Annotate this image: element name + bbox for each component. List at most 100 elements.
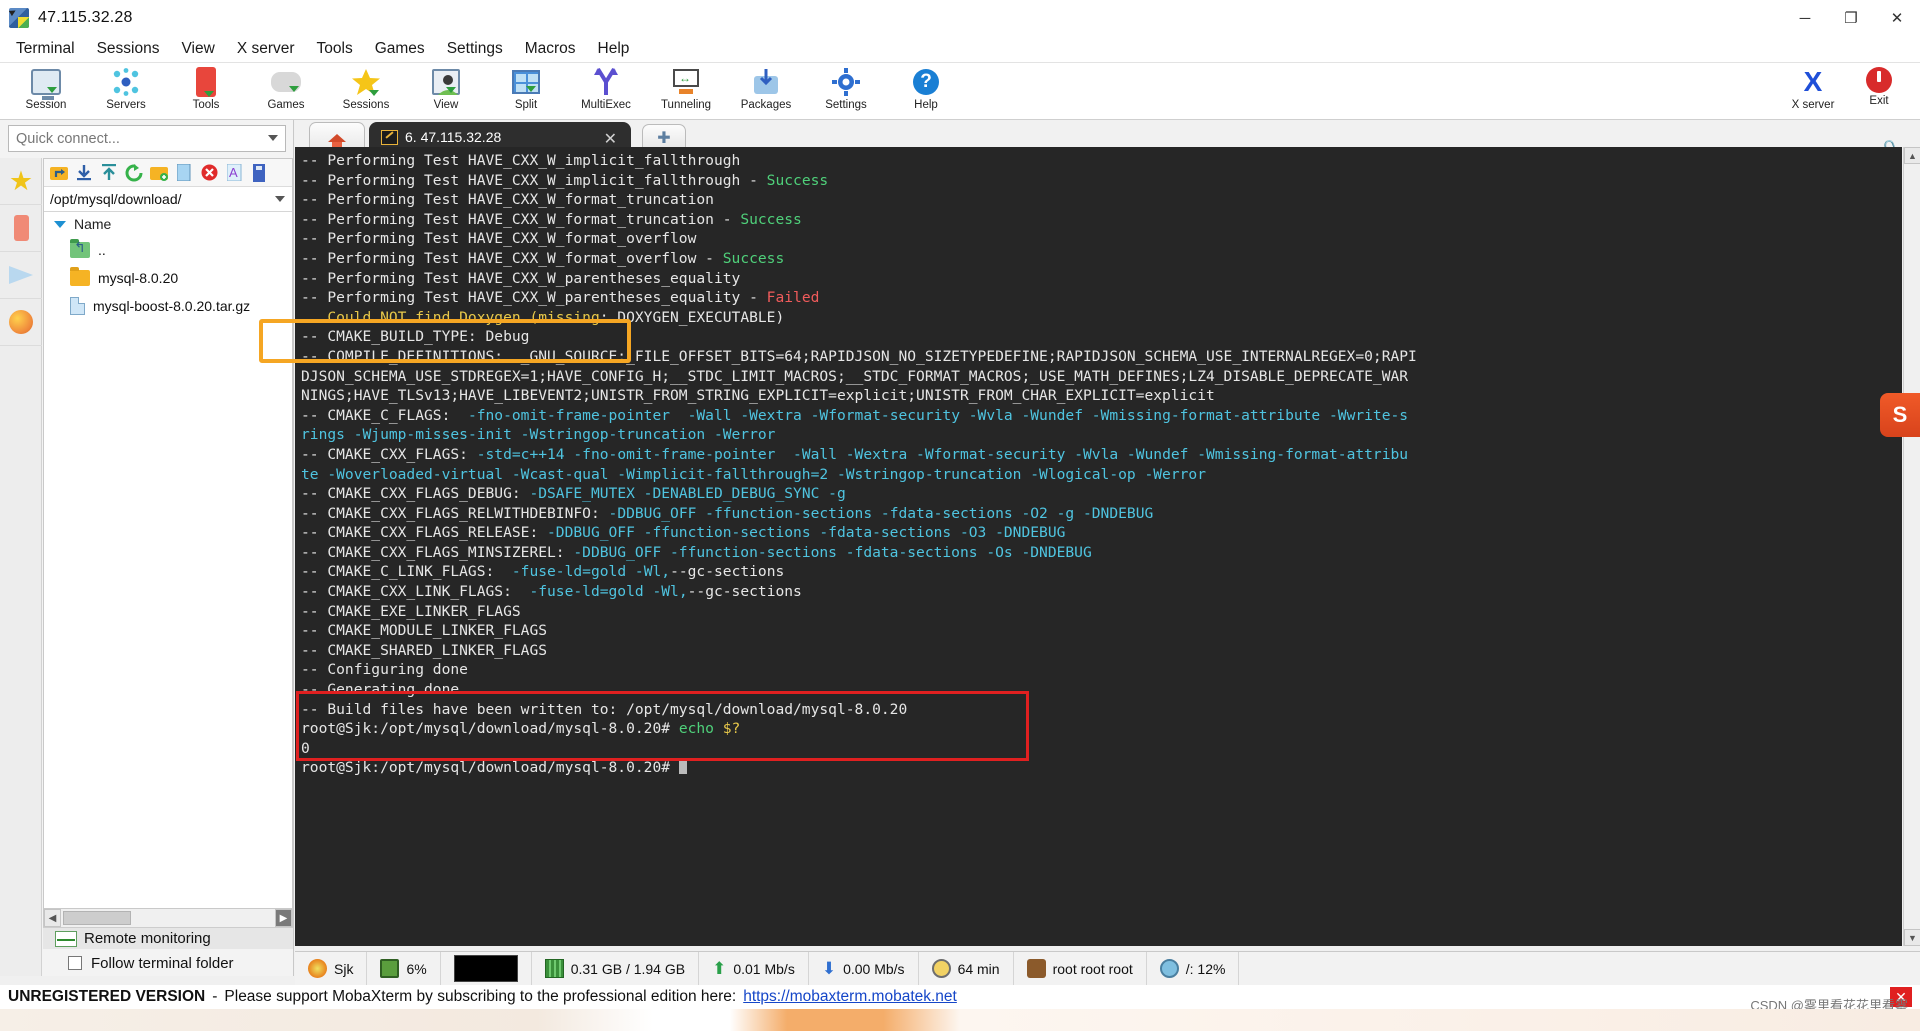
scroll-down-icon[interactable]: ▼: [1904, 929, 1920, 946]
terminal-line: -- CMAKE_CXX_FLAGS_RELEASE: -DDBUG_OFF -…: [301, 524, 1066, 542]
ribbon-exit[interactable]: Exit: [1846, 63, 1912, 119]
menu-x-server[interactable]: X server: [226, 38, 306, 60]
menu-terminal[interactable]: Terminal: [5, 38, 86, 60]
sidebar-item-favorites[interactable]: ★: [0, 158, 42, 205]
upload-icon[interactable]: [98, 162, 120, 184]
quick-connect-placeholder: Quick connect...: [16, 130, 120, 147]
ribbon-tunneling[interactable]: ↔ Tunneling: [646, 63, 726, 119]
usb-drive-icon[interactable]: [248, 162, 270, 184]
status-users[interactable]: root root root: [1014, 951, 1147, 986]
scrollbar-thumb[interactable]: [63, 911, 131, 925]
terminal-line: te -Woverloaded-virtual -Wcast-qual -Wim…: [301, 465, 1206, 483]
menu-settings[interactable]: Settings: [436, 38, 514, 60]
file-list-header[interactable]: Name: [44, 212, 292, 236]
menu-view[interactable]: View: [170, 38, 225, 60]
sidebar-item-tools[interactable]: [0, 205, 42, 252]
status-uptime-label: 64 min: [957, 960, 1000, 977]
menu-games[interactable]: Games: [364, 38, 436, 60]
ribbon-games[interactable]: Games: [246, 63, 326, 119]
terminal-line: -- CMAKE_CXX_FLAGS_MINSIZEREL: -DDBUG_OF…: [301, 543, 1092, 561]
list-item[interactable]: mysql-8.0.20: [44, 264, 292, 292]
follow-terminal-folder-checkbox[interactable]: [68, 956, 82, 970]
terminal-line: root@Sjk:/opt/mysql/download/mysql-8.0.2…: [301, 720, 741, 738]
quick-connect-input[interactable]: Quick connect...: [8, 125, 286, 152]
ribbon-sessions[interactable]: Sessions: [326, 63, 406, 119]
status-upload[interactable]: ⬆ 0.01 Mb/s: [699, 951, 809, 986]
terminal-line: -- Configuring done: [301, 661, 468, 679]
download-icon: ⬇: [821, 958, 837, 978]
maximize-button[interactable]: ❐: [1828, 0, 1874, 36]
menu-sessions[interactable]: Sessions: [86, 38, 171, 60]
ribbon-help[interactable]: ? Help: [886, 63, 966, 119]
terminal-scrollbar[interactable]: ▲ ▼: [1903, 147, 1920, 946]
go-up-icon[interactable]: [48, 162, 70, 184]
chevron-down-icon[interactable]: [275, 196, 285, 202]
text-edit-icon[interactable]: A: [223, 162, 245, 184]
ribbon-view[interactable]: View: [406, 63, 486, 119]
footer-message: Please support MobaXterm by subscribing …: [224, 988, 737, 1005]
status-users-label: root root root: [1052, 960, 1133, 977]
new-folder-icon[interactable]: [148, 162, 170, 184]
user-icon: [1026, 959, 1046, 978]
path-input[interactable]: /opt/mysql/download/: [44, 187, 292, 212]
terminal-line: -- Performing Test HAVE_CXX_W_format_tru…: [301, 210, 802, 228]
sort-descending-icon[interactable]: [54, 220, 66, 228]
chevron-down-icon[interactable]: [268, 135, 278, 141]
cpu-icon: [380, 959, 400, 978]
ribbon-view-label: View: [433, 99, 459, 111]
ribbon-split[interactable]: Split: [486, 63, 566, 119]
follow-terminal-folder-row[interactable]: Follow terminal folder: [43, 950, 293, 976]
path-value: /opt/mysql/download/: [50, 191, 182, 207]
status-cpu[interactable]: 6%: [367, 951, 441, 986]
status-host[interactable]: Sjk: [295, 951, 368, 986]
multiexec-icon: [592, 65, 620, 99]
list-item[interactable]: mysql-boost-8.0.20.tar.gz: [44, 292, 292, 320]
mobaxterm-link[interactable]: https://mobaxterm.mobatek.net: [743, 988, 957, 1006]
menu-help[interactable]: Help: [587, 38, 641, 60]
ribbon-split-label: Split: [514, 99, 538, 111]
status-activity[interactable]: [441, 951, 532, 986]
status-disk-label: /: 12%: [1185, 960, 1226, 977]
scroll-left-icon[interactable]: ◀: [44, 909, 61, 927]
menu-tools[interactable]: Tools: [306, 38, 364, 60]
terminal-output[interactable]: -- Performing Test HAVE_CXX_W_implicit_f…: [295, 147, 1902, 946]
follow-terminal-folder-label: Follow terminal folder: [91, 954, 234, 972]
terminal-line: -- CMAKE_EXE_LINKER_FLAGS: [301, 602, 521, 620]
status-download[interactable]: ⬇ 0.00 Mb/s: [809, 951, 919, 986]
scroll-right-icon[interactable]: ▶: [275, 909, 292, 927]
sidebar-item-sftp[interactable]: [0, 252, 42, 299]
delete-icon[interactable]: [198, 162, 220, 184]
games-icon: [271, 65, 301, 99]
close-icon[interactable]: ✕: [604, 129, 617, 149]
settings-gear-icon: [832, 65, 860, 99]
svg-text:A: A: [229, 165, 238, 180]
menu-bar: Terminal Sessions View X server Tools Ga…: [0, 36, 1920, 63]
terminal-line: rings -Wjump-misses-init -Wstringop-trun…: [301, 426, 776, 444]
new-file-icon[interactable]: [173, 162, 195, 184]
ribbon-tools[interactable]: Tools: [166, 63, 246, 119]
status-disk[interactable]: /: 12%: [1147, 951, 1240, 986]
sidebar-item-globe[interactable]: [0, 299, 42, 346]
ribbon-settings[interactable]: Settings: [806, 63, 886, 119]
ribbon-multiexec[interactable]: MultiExec: [566, 63, 646, 119]
ribbon-servers[interactable]: Servers: [86, 63, 166, 119]
list-item[interactable]: ..: [44, 236, 292, 264]
refresh-icon[interactable]: [123, 162, 145, 184]
ribbon-packages[interactable]: Packages: [726, 63, 806, 119]
terminal-line: -- Performing Test HAVE_CXX_W_implicit_f…: [301, 171, 829, 189]
menu-macros[interactable]: Macros: [514, 38, 587, 60]
file-browser-hscrollbar[interactable]: ◀ ▶: [43, 908, 293, 928]
ribbon-x-server[interactable]: X X server: [1780, 63, 1846, 119]
ribbon-session[interactable]: Session: [6, 63, 86, 119]
monitor-graph-icon: [55, 930, 77, 947]
ribbon-packages-label: Packages: [740, 99, 792, 111]
close-button[interactable]: ✕: [1874, 0, 1920, 36]
scroll-up-icon[interactable]: ▲: [1904, 147, 1920, 164]
remote-monitoring-panel[interactable]: Remote monitoring: [43, 927, 293, 949]
terminal-line: -- Performing Test HAVE_CXX_W_parenthese…: [301, 289, 820, 307]
download-icon[interactable]: [73, 162, 95, 184]
status-ram[interactable]: 0.31 GB / 1.94 GB: [532, 951, 700, 986]
status-uptime[interactable]: 64 min: [919, 951, 1014, 986]
sftp-plane-icon: [9, 266, 33, 284]
minimize-button[interactable]: ─: [1782, 0, 1828, 36]
